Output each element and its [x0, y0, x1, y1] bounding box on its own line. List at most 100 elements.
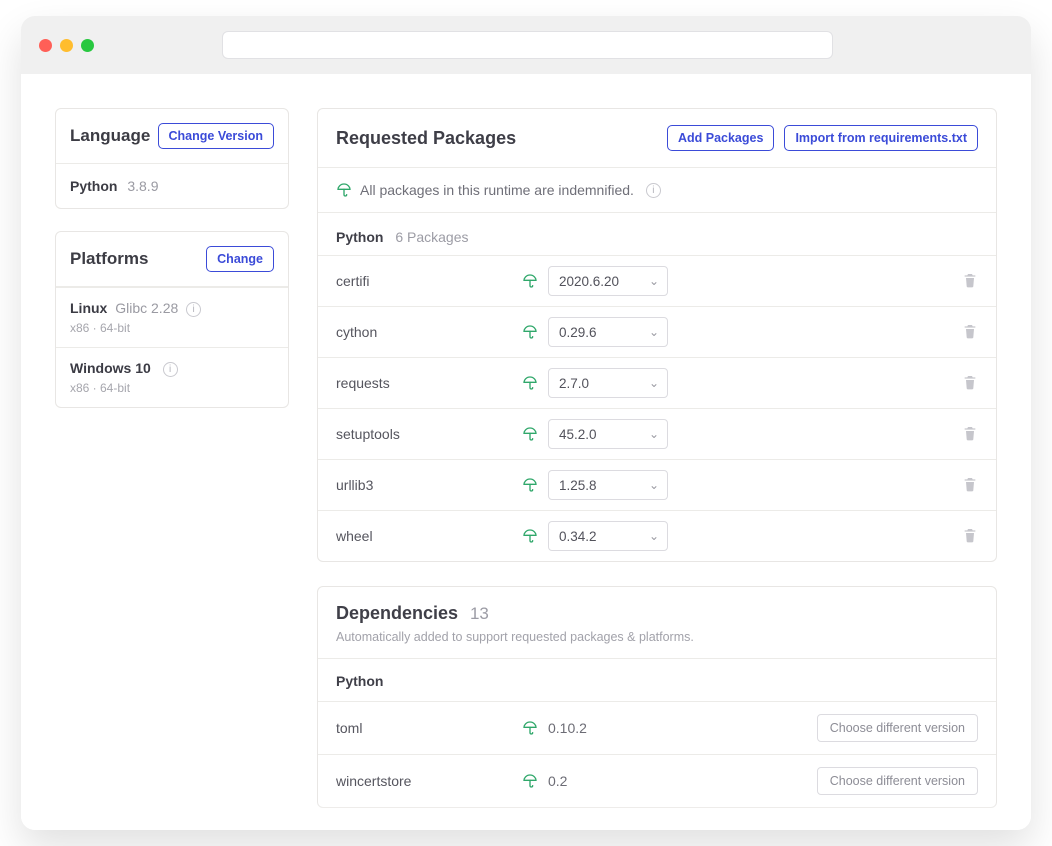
language-name: Python: [70, 178, 117, 194]
platforms-title: Platforms: [70, 249, 148, 269]
import-requirements-button[interactable]: Import from requirements.txt: [784, 125, 978, 151]
requested-section-label: Python 6 Packages: [318, 213, 996, 256]
package-name: setuptools: [336, 426, 512, 442]
window-minimize-icon[interactable]: [60, 39, 73, 52]
language-card-body: Python 3.8.9: [56, 164, 288, 208]
version-select[interactable]: 2020.6.20 ⌄: [548, 266, 668, 296]
package-row: wheel 0.34.2 ⌄: [318, 511, 996, 561]
platform-extra: Glibc 2.28: [115, 300, 178, 316]
package-list: certifi 2020.6.20 ⌄ cython 0.29.6 ⌄ requests 2.…: [318, 256, 996, 561]
package-row: urllib3 1.25.8 ⌄: [318, 460, 996, 511]
platforms-card: Platforms Change Linux Glibc 2.28 i x86 …: [55, 231, 289, 408]
titlebar: [21, 16, 1031, 74]
umbrella-icon: [522, 528, 538, 544]
platform-name: Windows 10: [70, 360, 151, 376]
version-select[interactable]: 0.34.2 ⌄: [548, 521, 668, 551]
dependencies-header: Dependencies 13: [318, 587, 996, 630]
umbrella-icon: [336, 182, 352, 198]
dependency-version: 0.10.2: [548, 720, 587, 736]
window-zoom-icon[interactable]: [81, 39, 94, 52]
chevron-down-icon: ⌄: [649, 529, 659, 543]
language-card: Language Change Version Python 3.8.9: [55, 108, 289, 209]
version-value: 0.29.6: [559, 325, 597, 340]
version-select[interactable]: 2.7.0 ⌄: [548, 368, 668, 398]
info-icon[interactable]: i: [646, 183, 661, 198]
requested-packages-panel: Requested Packages Add Packages Import f…: [317, 108, 997, 562]
add-packages-button[interactable]: Add Packages: [667, 125, 774, 151]
dependencies-section-name: Python: [318, 659, 996, 702]
platform-meta: x86 · 64-bit: [70, 381, 274, 395]
choose-version-button[interactable]: Choose different version: [817, 714, 978, 742]
requested-section-count: 6 Packages: [395, 229, 468, 245]
delete-package-button[interactable]: [962, 476, 978, 494]
version-value: 1.25.8: [559, 478, 597, 493]
info-icon[interactable]: i: [186, 302, 201, 317]
delete-package-button[interactable]: [962, 527, 978, 545]
language-card-header: Language Change Version: [56, 109, 288, 164]
requested-packages-title: Requested Packages: [336, 128, 516, 149]
sidebar: Language Change Version Python 3.8.9 Pla…: [55, 108, 289, 808]
chevron-down-icon: ⌄: [649, 376, 659, 390]
chevron-down-icon: ⌄: [649, 325, 659, 339]
platform-item: Windows 10 i x86 · 64-bit: [56, 347, 288, 407]
dependency-name: wincertstore: [336, 773, 512, 789]
package-row: cython 0.29.6 ⌄: [318, 307, 996, 358]
umbrella-icon: [522, 477, 538, 493]
chevron-down-icon: ⌄: [649, 478, 659, 492]
dependencies-count: 13: [470, 604, 489, 623]
choose-version-button[interactable]: Choose different version: [817, 767, 978, 795]
platform-meta: x86 · 64-bit: [70, 321, 274, 335]
package-name: cython: [336, 324, 512, 340]
version-value: 45.2.0: [559, 427, 597, 442]
dependency-row: wincertstore 0.2 Choose different version: [318, 755, 996, 807]
main-panel: Requested Packages Add Packages Import f…: [317, 108, 997, 808]
umbrella-icon: [522, 426, 538, 442]
delete-package-button[interactable]: [962, 374, 978, 392]
dependencies-title: Dependencies: [336, 603, 458, 623]
package-name: urllib3: [336, 477, 512, 493]
umbrella-icon: [522, 273, 538, 289]
browser-window: Language Change Version Python 3.8.9 Pla…: [21, 16, 1031, 830]
change-platforms-button[interactable]: Change: [206, 246, 274, 272]
version-value: 2.7.0: [559, 376, 589, 391]
version-select[interactable]: 1.25.8 ⌄: [548, 470, 668, 500]
umbrella-icon: [522, 720, 538, 736]
info-icon[interactable]: i: [163, 362, 178, 377]
delete-package-button[interactable]: [962, 272, 978, 290]
dependency-list: toml0.10.2Choose different versionwincer…: [318, 702, 996, 807]
delete-package-button[interactable]: [962, 323, 978, 341]
umbrella-icon: [522, 773, 538, 789]
package-name: wheel: [336, 528, 512, 544]
package-name: certifi: [336, 273, 512, 289]
version-select[interactable]: 45.2.0 ⌄: [548, 419, 668, 449]
window-close-icon[interactable]: [39, 39, 52, 52]
package-row: certifi 2020.6.20 ⌄: [318, 256, 996, 307]
chevron-down-icon: ⌄: [649, 274, 659, 288]
dependencies-subtitle: Automatically added to support requested…: [318, 630, 996, 659]
package-row: requests 2.7.0 ⌄: [318, 358, 996, 409]
requested-packages-header: Requested Packages Add Packages Import f…: [318, 109, 996, 168]
dependency-row: toml 0.10.2 Choose different version: [318, 702, 996, 755]
change-version-button[interactable]: Change Version: [158, 123, 274, 149]
package-row: setuptools 45.2.0 ⌄: [318, 409, 996, 460]
dependency-name: toml: [336, 720, 512, 736]
app-content: Language Change Version Python 3.8.9 Pla…: [21, 74, 1031, 830]
dependencies-panel: Dependencies 13 Automatically added to s…: [317, 586, 997, 808]
platforms-card-header: Platforms Change: [56, 232, 288, 287]
chevron-down-icon: ⌄: [649, 427, 659, 441]
package-name: requests: [336, 375, 512, 391]
dependency-version: 0.2: [548, 773, 567, 789]
version-select[interactable]: 0.29.6 ⌄: [548, 317, 668, 347]
indemnified-text: All packages in this runtime are indemni…: [360, 182, 634, 198]
indemnified-banner: All packages in this runtime are indemni…: [318, 168, 996, 213]
version-value: 0.34.2: [559, 529, 597, 544]
language-title: Language: [70, 126, 150, 146]
umbrella-icon: [522, 375, 538, 391]
address-bar[interactable]: [222, 31, 833, 59]
umbrella-icon: [522, 324, 538, 340]
delete-package-button[interactable]: [962, 425, 978, 443]
requested-section-name: Python: [336, 229, 383, 245]
language-version: 3.8.9: [127, 178, 158, 194]
version-value: 2020.6.20: [559, 274, 619, 289]
platform-name: Linux: [70, 300, 107, 316]
